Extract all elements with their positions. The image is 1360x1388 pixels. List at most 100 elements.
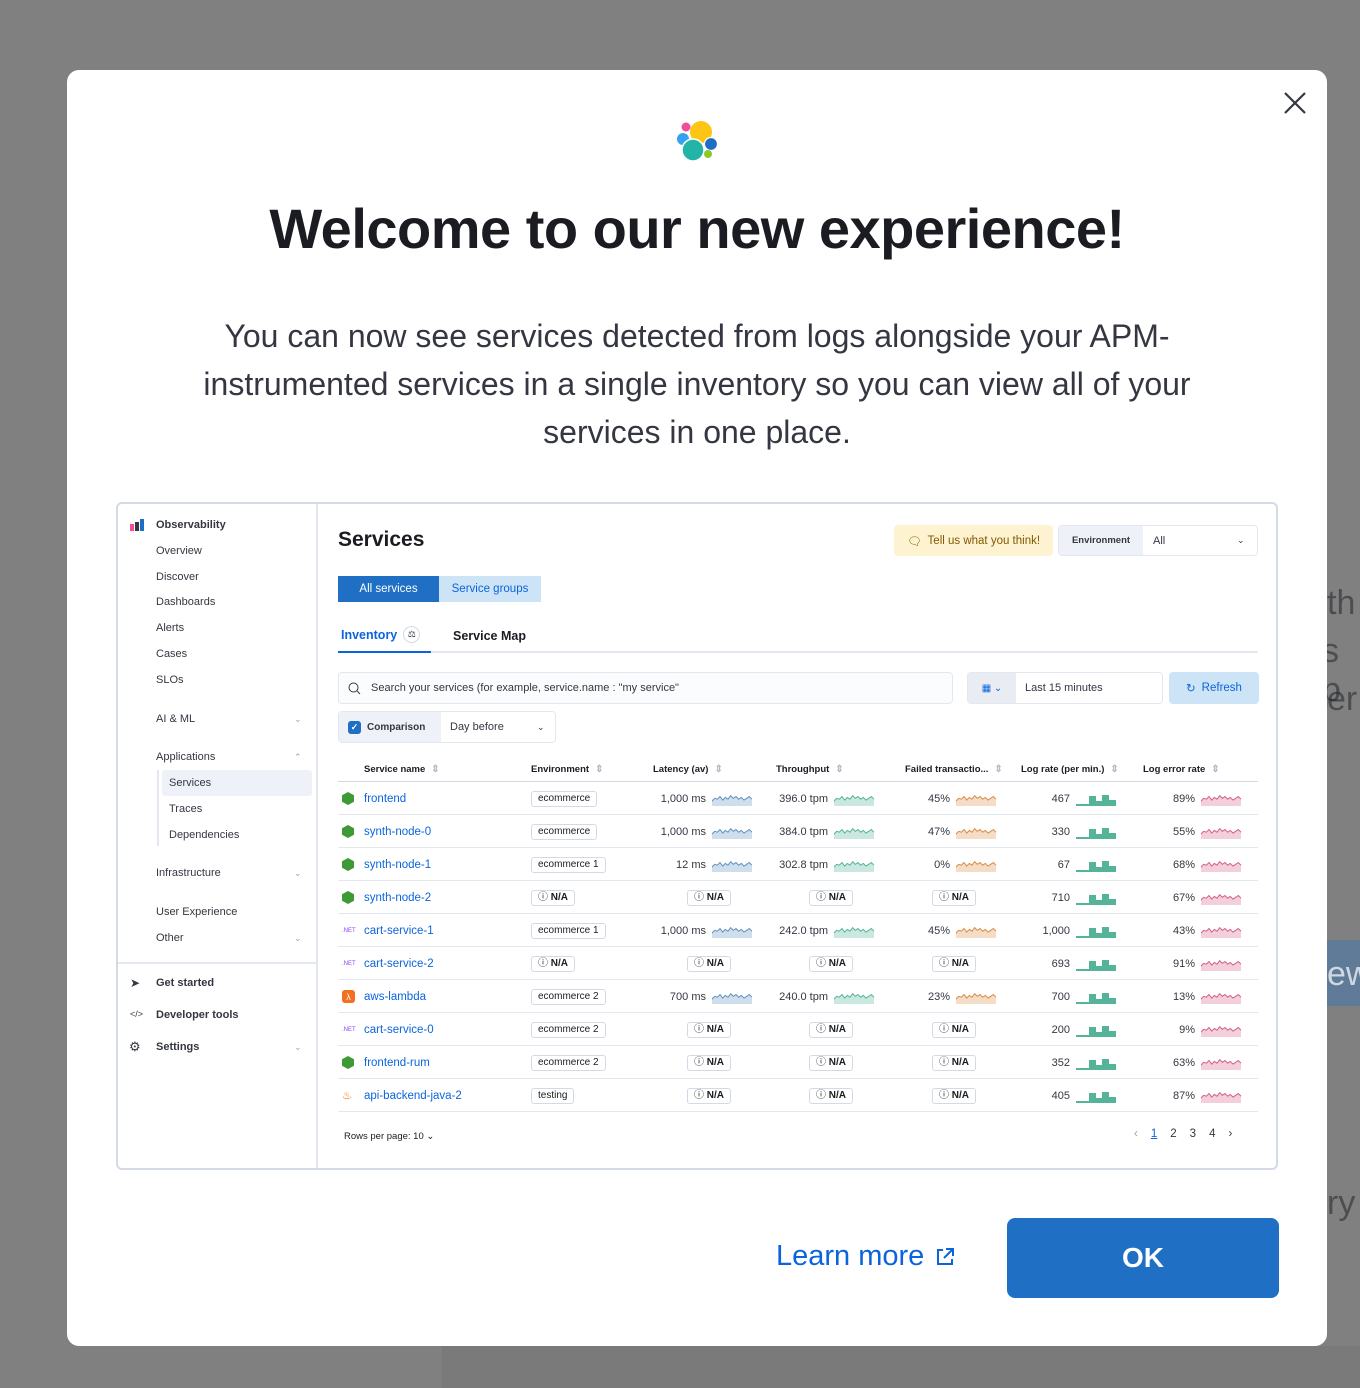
sparkline-bars xyxy=(1076,992,1116,1004)
page-4[interactable]: 4 xyxy=(1209,1128,1215,1140)
service-name-link[interactable]: frontend xyxy=(364,793,406,805)
nodejs-icon xyxy=(342,858,354,871)
sidebar-item-other[interactable]: Other xyxy=(156,932,184,944)
sidebar-item-user-experience[interactable]: User Experience xyxy=(156,906,237,918)
column-header[interactable]: Log rate (per min.) ⇕ xyxy=(1021,764,1119,775)
environment-badge: ecommerce xyxy=(531,790,598,807)
table-row: frontend-rum ecommerce 2 ⓘ N/A ⓘ N/A ⓘ N/A 35… xyxy=(338,1046,1258,1079)
sparkline-bars xyxy=(1076,893,1116,905)
sparkline-bar xyxy=(1076,836,1083,839)
service-name-link[interactable]: cart-service-2 xyxy=(364,958,434,970)
sidebar-item-applications[interactable]: Applications xyxy=(156,751,215,763)
sidebar-item-infrastructure[interactable]: Infrastructure xyxy=(156,867,221,879)
table-row: λ aws-lambda ecommerce 2 700 ms 240.0 tpm 23%… xyxy=(338,980,1258,1013)
time-range: Last 15 minutes xyxy=(1025,682,1103,694)
column-header-label: Environment xyxy=(531,764,590,775)
column-header[interactable]: Service name ⇕ xyxy=(364,764,440,775)
feedback-button[interactable]: 🗨 Tell us what you think! xyxy=(894,525,1053,556)
service-name-link[interactable]: frontend-rum xyxy=(364,1057,430,1069)
sidebar-item-slos[interactable]: SLOs xyxy=(156,674,184,686)
refresh-icon: ↻ xyxy=(1186,683,1196,695)
logerr-value: 91% xyxy=(1172,957,1195,970)
sparkline-bars xyxy=(1076,794,1116,806)
sparkline xyxy=(834,860,875,872)
sparkline-bars xyxy=(1076,959,1116,971)
sparkline-bar xyxy=(1076,1001,1083,1004)
tab-inventory-label: Inventory xyxy=(341,628,398,642)
rocket-icon: ➤ xyxy=(130,976,141,990)
services-preview-screenshot: Observability Overview Discover Dashboar… xyxy=(116,502,1278,1170)
sidebar-item-traces[interactable]: Traces xyxy=(169,803,202,815)
sparkline-bar xyxy=(1083,1034,1089,1037)
column-header[interactable]: Failed transactio... ⇕ xyxy=(905,764,1003,775)
calendar-icon[interactable]: ▦ ⌄ xyxy=(968,673,1016,703)
sidebar-item-alerts[interactable]: Alerts xyxy=(156,622,184,634)
service-name-link[interactable]: aws-lambda xyxy=(364,991,426,1003)
service-name-link[interactable]: synth-node-2 xyxy=(364,892,431,904)
observability-logo-icon xyxy=(130,519,144,531)
next-page-arrow-icon[interactable]: › xyxy=(1228,1128,1232,1140)
background-text: er xyxy=(1327,680,1358,718)
comparison-select[interactable]: Day before xyxy=(441,721,537,733)
page-2[interactable]: 2 xyxy=(1170,1128,1176,1140)
column-header[interactable]: Environment ⇕ xyxy=(531,764,603,775)
na-badge: ⓘ N/A xyxy=(932,889,977,906)
tab-service-groups[interactable]: Service groups xyxy=(439,576,541,602)
checkbox-checked-icon: ✓ xyxy=(348,720,361,734)
throughput-value: 240.0 tpm xyxy=(779,990,828,1003)
sparkline-bar xyxy=(1096,899,1102,905)
discuss-icon: 🗨 xyxy=(906,535,922,548)
sparkline xyxy=(1201,1058,1242,1070)
search-icon xyxy=(348,682,361,694)
sparkline-bar xyxy=(1096,1097,1102,1103)
tab-service-map[interactable]: Service Map xyxy=(453,629,526,643)
background-panel xyxy=(442,1346,1360,1388)
service-name-link[interactable]: synth-node-0 xyxy=(364,826,431,838)
sidebar-item-dashboards[interactable]: Dashboards xyxy=(156,596,215,608)
sidebar-item-ai-ml[interactable]: AI & ML xyxy=(156,713,195,725)
sparkline-bar xyxy=(1096,998,1102,1004)
ok-button[interactable]: OK xyxy=(1007,1218,1279,1298)
sparkline xyxy=(834,794,875,806)
refresh-button[interactable]: ↻ Refresh xyxy=(1169,672,1259,704)
na-badge: ⓘ N/A xyxy=(809,889,854,906)
rows-per-page-select[interactable]: Rows per page: 10 ⌄ xyxy=(344,1131,434,1142)
sparkline-bar xyxy=(1102,959,1109,971)
date-picker[interactable]: ▦ ⌄ Last 15 minutes xyxy=(967,672,1163,704)
learn-more-link[interactable]: Learn more xyxy=(776,1240,956,1273)
service-name-link[interactable]: api-backend-java-2 xyxy=(364,1090,462,1102)
column-header[interactable]: Throughput ⇕ xyxy=(776,764,844,775)
pagination: ‹ 1 2 3 4 › xyxy=(1134,1128,1232,1140)
na-badge: ⓘ N/A xyxy=(687,889,732,906)
service-name-link[interactable]: cart-service-0 xyxy=(364,1024,434,1036)
page-1[interactable]: 1 xyxy=(1151,1128,1157,1140)
logerr-value: 89% xyxy=(1172,792,1195,805)
tab-inventory[interactable]: Inventory ⚖ xyxy=(338,626,431,653)
sparkline xyxy=(1201,926,1242,938)
sidebar-item-discover[interactable]: Discover xyxy=(156,571,199,583)
sidebar-item-overview[interactable]: Overview xyxy=(156,545,202,557)
sidebar-item-get-started[interactable]: Get started xyxy=(156,977,214,989)
sort-icon: ⇕ xyxy=(1110,764,1119,775)
search-input[interactable]: Search your services (for example, servi… xyxy=(338,672,953,704)
logerr-value: 55% xyxy=(1172,825,1195,838)
tab-all-services[interactable]: All services xyxy=(338,576,439,602)
environment-select[interactable]: Environment All ⌄ xyxy=(1058,525,1258,556)
sparkline-bar xyxy=(1109,1096,1116,1103)
page-3[interactable]: 3 xyxy=(1190,1128,1196,1140)
close-button[interactable] xyxy=(1280,88,1310,118)
sort-icon: ⇕ xyxy=(1211,764,1220,775)
sidebar-item-cases[interactable]: Cases xyxy=(156,648,187,660)
sidebar-item-settings[interactable]: Settings xyxy=(156,1041,199,1053)
comparison-checkbox[interactable]: ✓ Comparison xyxy=(339,712,441,742)
throughput-value: 396.0 tpm xyxy=(779,792,828,805)
service-name-link[interactable]: cart-service-1 xyxy=(364,925,434,937)
sidebar-item-dependencies[interactable]: Dependencies xyxy=(169,829,239,841)
column-header[interactable]: Log error rate ⇕ xyxy=(1143,764,1220,775)
previous-page-arrow-icon[interactable]: ‹ xyxy=(1134,1128,1138,1140)
na-badge: ⓘ N/A xyxy=(687,1087,732,1104)
sidebar-item-developer-tools[interactable]: Developer tools xyxy=(156,1009,239,1021)
service-name-link[interactable]: synth-node-1 xyxy=(364,859,431,871)
sidebar-item-services[interactable]: Services xyxy=(169,777,211,789)
column-header[interactable]: Latency (av) ⇕ xyxy=(653,764,723,775)
